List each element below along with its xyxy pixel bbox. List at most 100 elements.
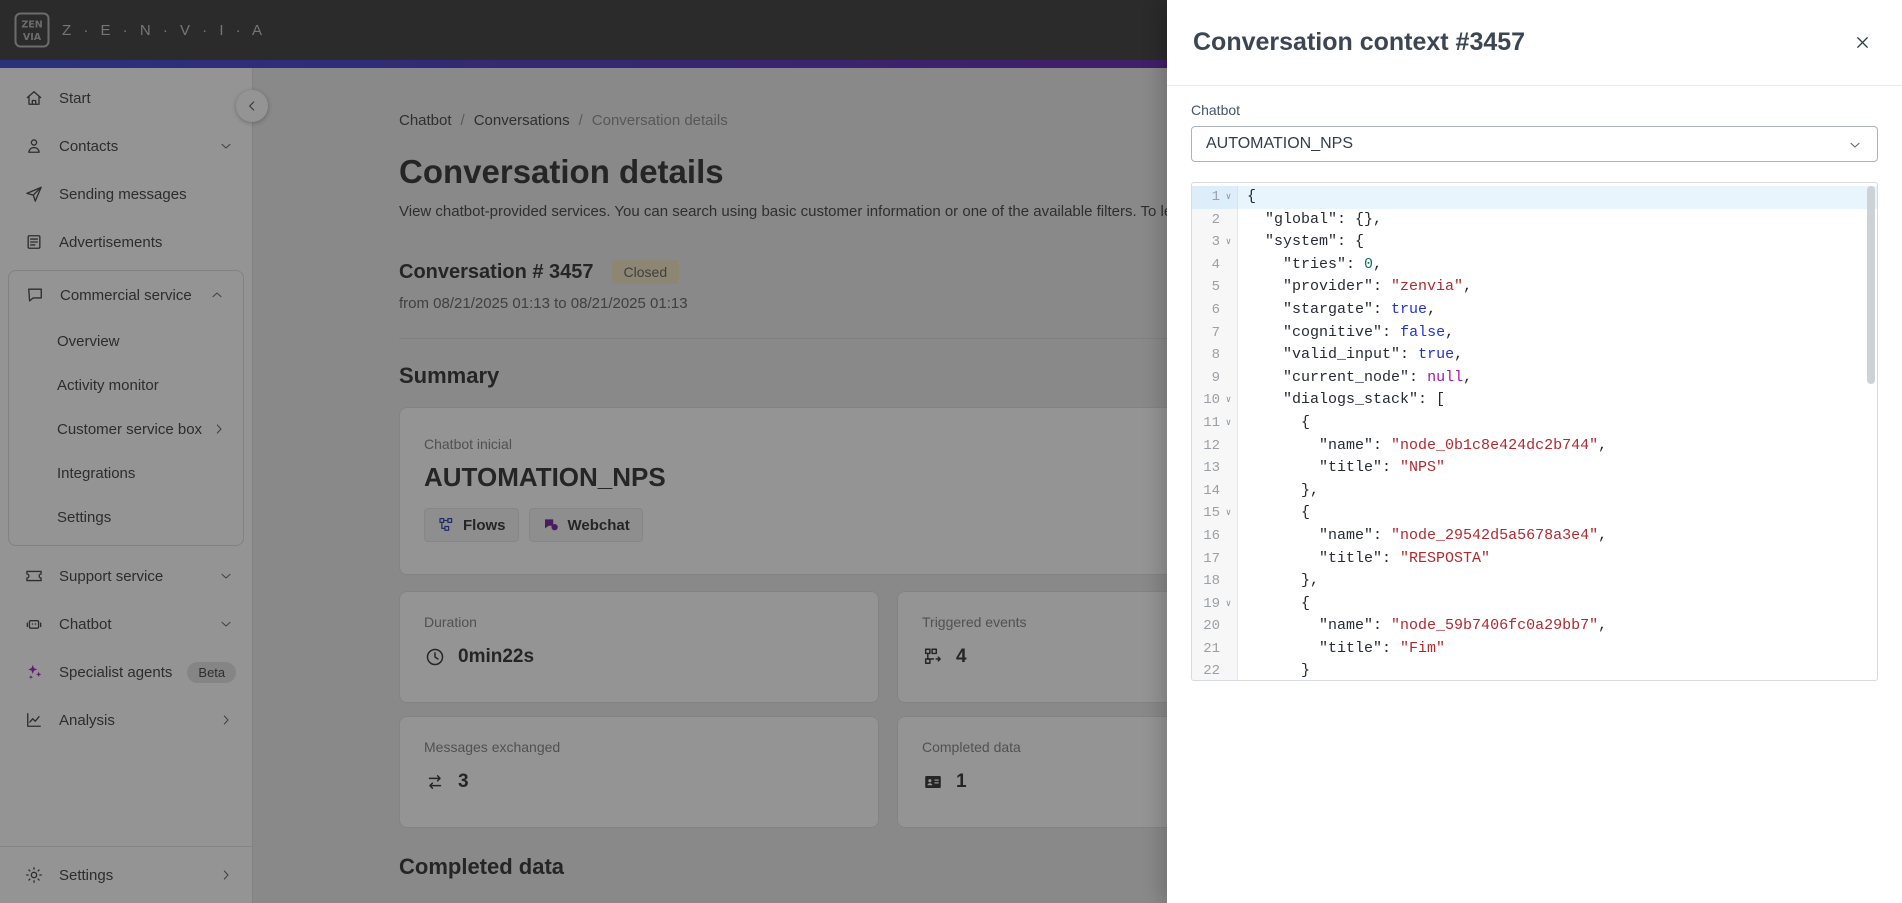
fold-arrow-icon[interactable]: ∨ [1220, 593, 1237, 616]
code-line[interactable]: 16 "name": "node_29542d5a5678a3e4", [1192, 524, 1877, 548]
code-line[interactable]: 5 "provider": "zenvia", [1192, 276, 1877, 299]
code-line[interactable]: 9 "current_node": null, [1192, 366, 1877, 390]
code-line[interactable]: 8 "valid_input": true, [1192, 344, 1877, 367]
code-line[interactable]: 17 "title": "RESPOSTA" [1192, 547, 1877, 571]
code-text: "title": "Fim" [1319, 639, 1446, 657]
code-line[interactable]: 22 } [1192, 660, 1877, 680]
editor-gutter: 1 ∨ [1192, 186, 1238, 209]
line-number: 18 [1203, 573, 1220, 590]
line-number: 12 [1203, 437, 1220, 454]
code-text: "global": {}, [1265, 210, 1383, 228]
line-number: 7 [1211, 324, 1220, 341]
fold-arrow-icon[interactable]: ∨ [1220, 186, 1237, 209]
code-text: { [1247, 504, 1311, 522]
code-line[interactable]: 20 "name": "node_59b7406fc0a29bb7", [1192, 615, 1877, 638]
line-number: 20 [1203, 618, 1220, 635]
code-text: { [1247, 594, 1311, 612]
conversation-context-drawer: Conversation context #3457 Chatbot AUTOM… [1167, 0, 1902, 903]
chatbot-select-value: AUTOMATION_NPS [1206, 135, 1353, 152]
fold-arrow-icon[interactable]: ∨ [1220, 389, 1237, 412]
line-number: 14 [1203, 482, 1220, 499]
code-text: "name": "node_29542d5a5678a3e4", [1319, 526, 1608, 544]
line-number: 4 [1211, 256, 1220, 273]
code-text: "tries": 0, [1283, 255, 1383, 273]
code-text: } [1247, 662, 1311, 680]
code-line[interactable]: 12 "name": "node_0b1c8e424dc2b744", [1192, 434, 1877, 458]
line-number: 19 [1203, 595, 1220, 612]
editor-gutter: 13 [1192, 457, 1238, 480]
editor-gutter: 17 [1192, 547, 1238, 571]
code-line[interactable]: 10 ∨ "dialogs_stack": [ [1192, 389, 1877, 412]
editor-gutter: 22 [1192, 660, 1238, 680]
editor-gutter: 5 [1192, 276, 1238, 299]
line-number: 22 [1203, 663, 1220, 680]
code-line[interactable]: 19 ∨ { [1192, 592, 1877, 616]
line-number: 9 [1211, 369, 1220, 386]
line-number: 10 [1203, 392, 1220, 409]
editor-gutter: 8 [1192, 344, 1238, 367]
code-text: { [1247, 413, 1311, 431]
code-line[interactable]: 6 "stargate": true, [1192, 298, 1877, 322]
code-line[interactable]: 11 ∨ { [1192, 411, 1877, 435]
code-text: "title": "RESPOSTA" [1319, 549, 1491, 567]
editor-gutter: 9 [1192, 366, 1238, 390]
editor-gutter: 7 [1192, 321, 1238, 345]
line-number: 8 [1211, 347, 1220, 364]
code-line[interactable]: 4 "tries": 0, [1192, 253, 1877, 277]
code-line[interactable]: 7 "cognitive": false, [1192, 321, 1877, 345]
editor-gutter: 14 [1192, 479, 1238, 503]
code-editor[interactable]: 1 ∨{2 "global": {}, 3 ∨ "system": {4 "tries… [1191, 182, 1878, 681]
editor-gutter: 6 [1192, 298, 1238, 322]
code-text: "stargate": true, [1283, 300, 1437, 318]
code-line[interactable]: 18 }, [1192, 570, 1877, 593]
editor-gutter: 4 [1192, 253, 1238, 277]
code-text: "provider": "zenvia", [1283, 278, 1473, 296]
chatbot-select-label: Chatbot [1191, 102, 1241, 118]
code-line[interactable]: 13 "title": "NPS" [1192, 457, 1877, 480]
close-button[interactable] [1848, 29, 1876, 57]
line-number: 13 [1203, 460, 1220, 477]
editor-gutter: 15 ∨ [1192, 502, 1238, 525]
code-text: "name": "node_59b7406fc0a29bb7", [1319, 617, 1608, 635]
chevron-down-icon [1847, 136, 1863, 152]
fold-arrow-icon[interactable]: ∨ [1220, 231, 1237, 254]
code-text: }, [1247, 572, 1320, 590]
code-text: "title": "NPS" [1319, 459, 1446, 477]
editor-gutter: 16 [1192, 524, 1238, 548]
code-line[interactable]: 21 "title": "Fim" [1192, 637, 1877, 661]
code-text: "dialogs_stack": [ [1283, 391, 1446, 409]
code-text: { [1247, 188, 1257, 205]
editor-gutter: 10 ∨ [1192, 389, 1238, 412]
code-line[interactable]: 1 ∨ { [1192, 186, 1877, 209]
code-text: "cognitive": false, [1283, 323, 1455, 341]
code-line[interactable]: 2 "global": {}, [1192, 208, 1877, 232]
editor-scrollbar-thumb[interactable] [1867, 186, 1875, 384]
editor-gutter: 12 [1192, 434, 1238, 458]
fold-arrow-icon[interactable]: ∨ [1220, 502, 1237, 525]
editor-gutter: 18 [1192, 570, 1238, 593]
line-number: 5 [1211, 279, 1220, 296]
code-line[interactable]: 3 ∨ "system": { [1192, 231, 1877, 254]
code-line[interactable]: 14 }, [1192, 479, 1877, 503]
fold-arrow-icon[interactable]: ∨ [1220, 412, 1237, 435]
code-line[interactable]: 15 ∨ { [1192, 502, 1877, 525]
line-number: 11 [1203, 414, 1220, 431]
line-number: 15 [1203, 505, 1220, 522]
editor-gutter: 11 ∨ [1192, 411, 1238, 435]
chatbot-select[interactable]: AUTOMATION_NPS [1191, 126, 1878, 162]
line-number: 6 [1211, 301, 1220, 318]
